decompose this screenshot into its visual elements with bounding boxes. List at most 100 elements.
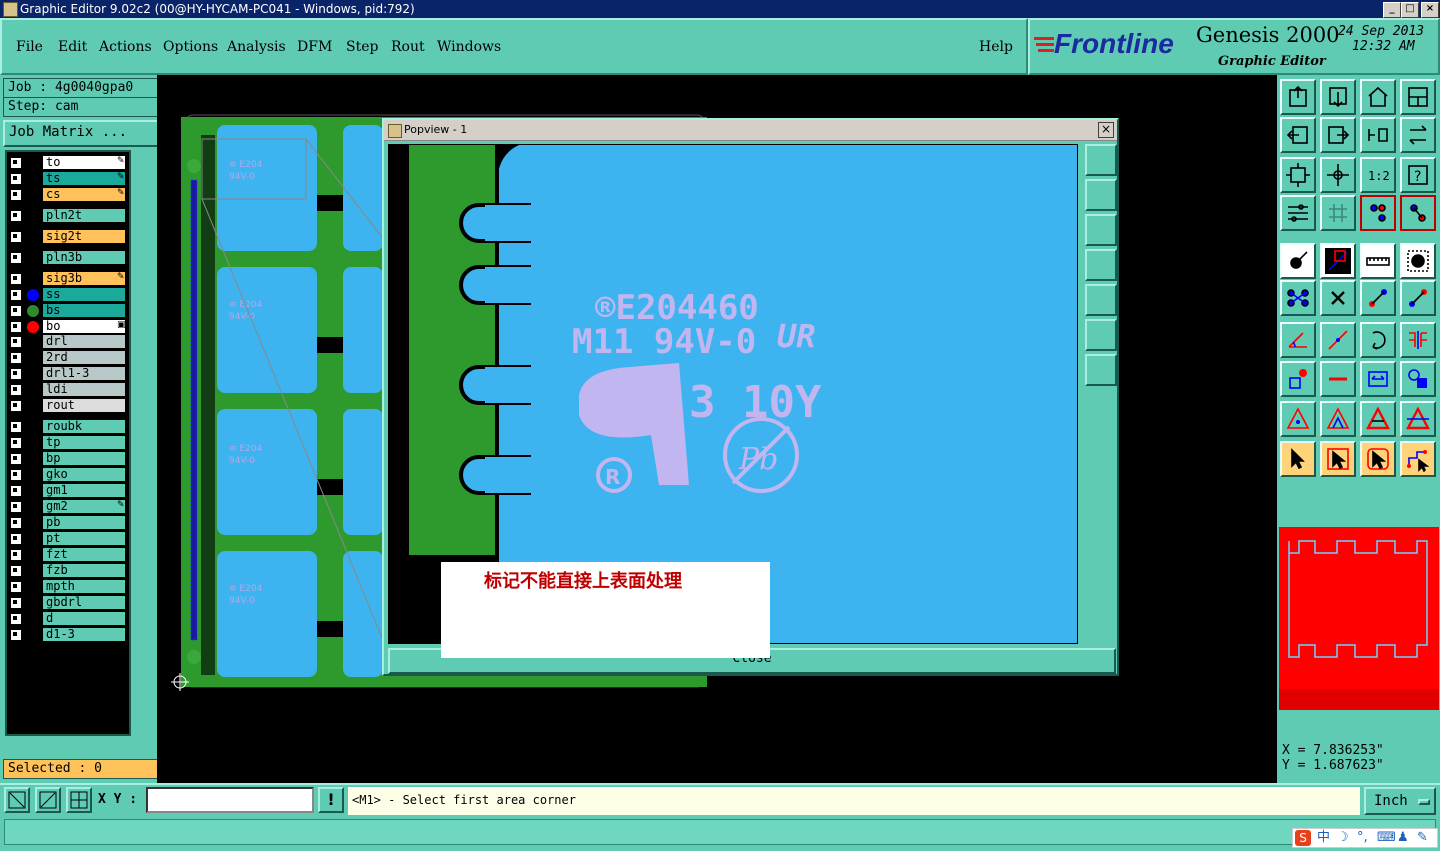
layer-row[interactable]: fzb [7,564,127,578]
menu-help[interactable]: Help [979,39,1013,55]
layer-name[interactable]: sig2t [43,230,125,243]
select-grid-icon[interactable] [66,787,92,813]
layer-row[interactable]: roubk [7,420,127,434]
layer-checkbox[interactable] [10,453,22,465]
minimize-icon[interactable]: _ [1383,2,1401,18]
layer-checkbox[interactable] [10,210,22,222]
layer-row[interactable]: 2rd [7,351,127,365]
layer-row[interactable]: mpth [7,580,127,594]
layer-row[interactable]: sig2t [7,230,127,244]
pointer-icon[interactable] [1280,441,1316,477]
popview-zoom-icon[interactable] [1085,319,1117,351]
popview-right-icon[interactable] [1085,284,1117,316]
zoom-home-icon[interactable] [1320,157,1356,193]
layer-row[interactable]: drl1-3 [7,367,127,381]
layer-name[interactable]: to [43,156,125,169]
layer-name[interactable]: gko [43,468,125,481]
layer-name[interactable]: mpth [43,580,125,593]
layer-row[interactable]: ss [7,288,127,302]
layer-checkbox[interactable] [10,321,22,333]
layer-checkbox[interactable] [10,336,22,348]
layer-name[interactable]: tp [43,436,125,449]
layer-row[interactable]: bs [7,304,127,318]
layer-name[interactable]: pt [43,532,125,545]
pad-add-icon[interactable] [1280,243,1316,279]
angle-icon[interactable] [1280,322,1316,358]
ime-punct-icon[interactable]: °, [1357,829,1368,847]
ime-chinese-icon[interactable]: 中 [1317,829,1330,847]
line-add-icon[interactable] [1320,243,1356,279]
layer-checkbox[interactable] [10,581,22,593]
layer-checkbox[interactable] [10,629,22,641]
layer-row[interactable]: gm1 [7,484,127,498]
close-icon[interactable]: × [1421,2,1439,18]
undo-zoom-icon[interactable] [1360,117,1396,153]
arc-icon[interactable] [1360,322,1396,358]
layer-checkbox[interactable] [10,533,22,545]
menu-file[interactable]: File [16,39,43,55]
layer-checkbox[interactable] [10,352,22,364]
layer-name[interactable]: pln2t [43,209,125,222]
layer-row[interactable]: gbdrl [7,596,127,610]
popview-fit-icon[interactable] [1085,144,1117,176]
layer-name[interactable]: fzb [43,564,125,577]
triangle-edit-icon[interactable] [1320,401,1356,437]
circle-icon[interactable] [1400,243,1436,279]
layer-checkbox[interactable] [10,421,22,433]
triangle-icon[interactable] [1280,401,1316,437]
layer-name[interactable]: gm1 [43,484,125,497]
ime-toolbar[interactable]: S 中 ☽ °, ⌨ ♟ ✎ [1292,828,1438,848]
layer-row[interactable]: cs ✎ [7,188,127,202]
layer-name[interactable]: fzt [43,548,125,561]
layer-checkbox[interactable] [10,485,22,497]
measure-icon[interactable] [1360,361,1396,397]
layer-checkbox[interactable] [10,613,22,625]
layer-row[interactable]: pb [7,516,127,530]
layer-name[interactable]: roubk [43,420,125,433]
layer-checkbox[interactable] [10,305,22,317]
layer-row[interactable]: fzt [7,548,127,562]
snap-on-icon[interactable] [1360,195,1396,231]
ime-moon-icon[interactable]: ☽ [1337,829,1349,847]
layer-row[interactable]: d [7,612,127,626]
layer-row[interactable]: rout [7,399,127,413]
popview-close-icon[interactable]: × [1098,122,1114,138]
minus-icon[interactable] [1320,361,1356,397]
menu-options[interactable]: Options [163,39,218,55]
cross-icon[interactable] [1320,280,1356,316]
layer-name[interactable]: ts [43,172,125,185]
next-icon[interactable] [1320,117,1356,153]
layer-name[interactable]: 2rd [43,351,125,364]
layer-checkbox[interactable] [10,173,22,185]
popview-left-icon[interactable] [1085,249,1117,281]
triangle-rotate-icon[interactable] [1400,401,1436,437]
layer-name[interactable]: ldi [43,383,125,396]
ime-user-icon[interactable]: ♟ [1397,829,1409,847]
layer-name[interactable]: pln3b [43,251,125,264]
menu-step[interactable]: Step [346,39,378,55]
popview-pan-icon[interactable] [1085,354,1117,386]
layer-checkbox[interactable] [10,231,22,243]
layer-checkbox[interactable] [10,469,22,481]
layer-row[interactable]: gm2 ✎ [7,500,127,514]
minimap[interactable] [1279,527,1439,710]
layer-row[interactable]: bo ▣ [7,320,127,334]
menu-rout[interactable]: Rout [391,39,425,55]
layer-name[interactable]: ss [43,288,125,301]
scale-icon[interactable]: 1:2 [1360,157,1396,193]
layer-row[interactable]: ts ✎ [7,172,127,186]
xy-input[interactable] [146,787,314,813]
layer-checkbox[interactable] [10,273,22,285]
layer-row[interactable]: gko [7,468,127,482]
step-icon[interactable] [1400,322,1436,358]
copy-icon[interactable] [1400,280,1436,316]
select-area-icon[interactable] [4,787,30,813]
layer-checkbox[interactable] [10,501,22,513]
redraw-icon[interactable] [1400,117,1436,153]
layer-row[interactable]: drl [7,335,127,349]
menu-analysis[interactable]: Analysis [227,39,286,55]
layer-name[interactable]: pb [43,516,125,529]
menu-dfm[interactable]: DFM [297,39,332,55]
layer-checkbox[interactable] [10,252,22,264]
settings-icon[interactable] [1280,195,1316,231]
